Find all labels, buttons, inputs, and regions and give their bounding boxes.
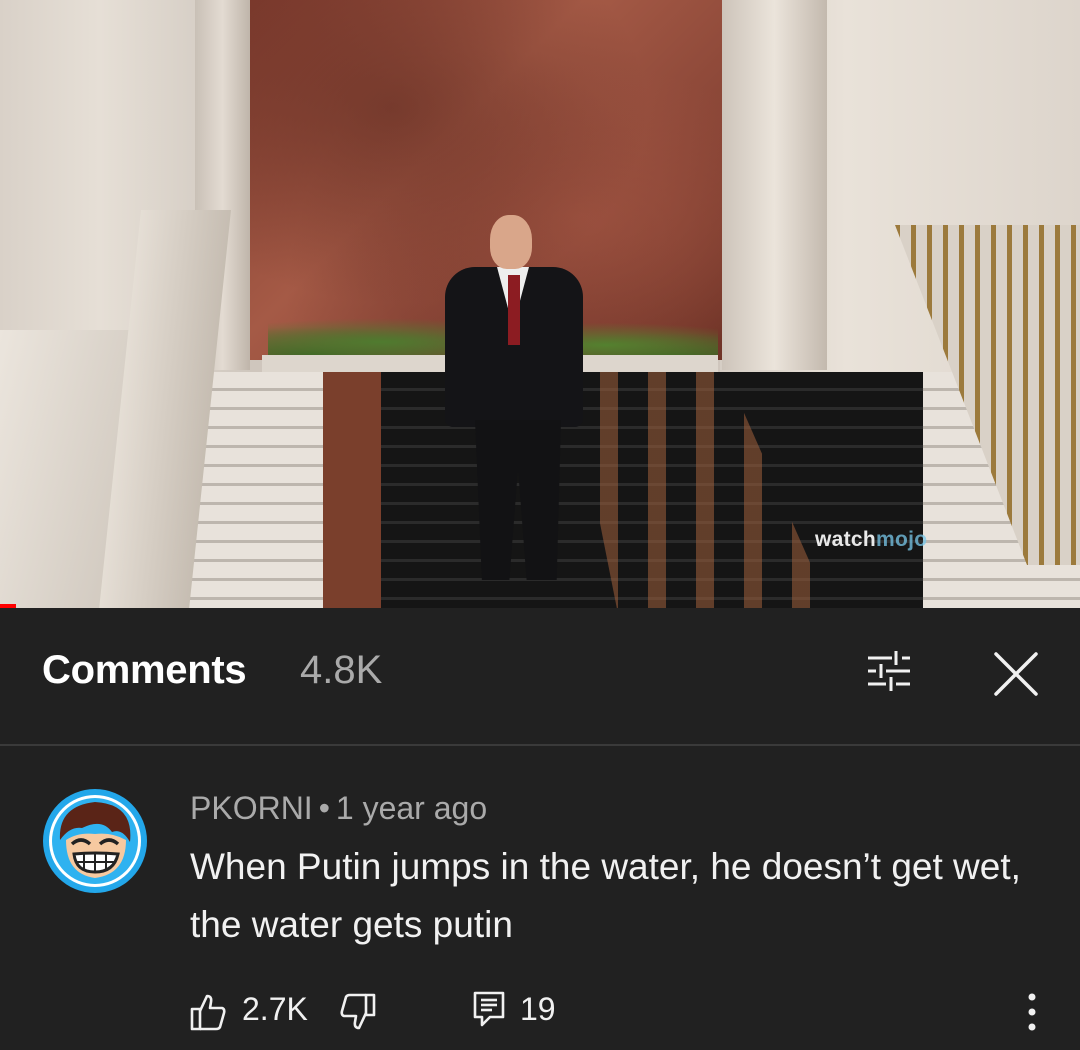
avatar-cartoon-icon	[43, 789, 147, 893]
sort-filter-button[interactable]	[862, 648, 916, 694]
dislike-button[interactable]	[340, 992, 376, 1032]
person-tie	[508, 275, 520, 345]
video-watermark: watchmojo	[815, 528, 927, 552]
reply-button[interactable]	[472, 990, 506, 1028]
like-count: 2.7K	[242, 991, 308, 1027]
comments-count: 4.8K	[300, 648, 383, 692]
thumbs-up-icon	[190, 994, 226, 1031]
reply-count: 19	[520, 991, 556, 1027]
more-vertical-icon	[1028, 993, 1036, 1031]
close-button[interactable]	[988, 646, 1044, 702]
video-frame-pillar-right	[722, 0, 827, 370]
video-player[interactable]: watchmojo	[0, 0, 1080, 608]
header-divider	[0, 744, 1080, 746]
meta-separator: •	[318, 790, 330, 826]
person-head	[490, 215, 532, 269]
watermark-watch: watch	[815, 528, 877, 551]
watermark-mojo: mojo	[876, 528, 928, 551]
close-icon	[994, 652, 1038, 696]
reply-icon	[473, 991, 505, 1027]
comment-author[interactable]: PKORNI	[190, 790, 313, 826]
comment-time: 1 year ago	[335, 790, 488, 826]
comment-meta: PKORNI • 1 year ago	[190, 790, 487, 827]
person-legs	[475, 420, 561, 580]
comment-text: When Putin jumps in the water, he doesn’…	[190, 846, 1021, 945]
comments-title: Comments	[42, 648, 247, 692]
more-options-button[interactable]	[1018, 988, 1046, 1036]
sliders-icon	[868, 651, 910, 691]
thumbs-down-icon	[340, 993, 376, 1030]
avatar[interactable]	[42, 788, 148, 894]
video-frame-person	[445, 215, 585, 585]
like-button[interactable]	[190, 992, 226, 1032]
